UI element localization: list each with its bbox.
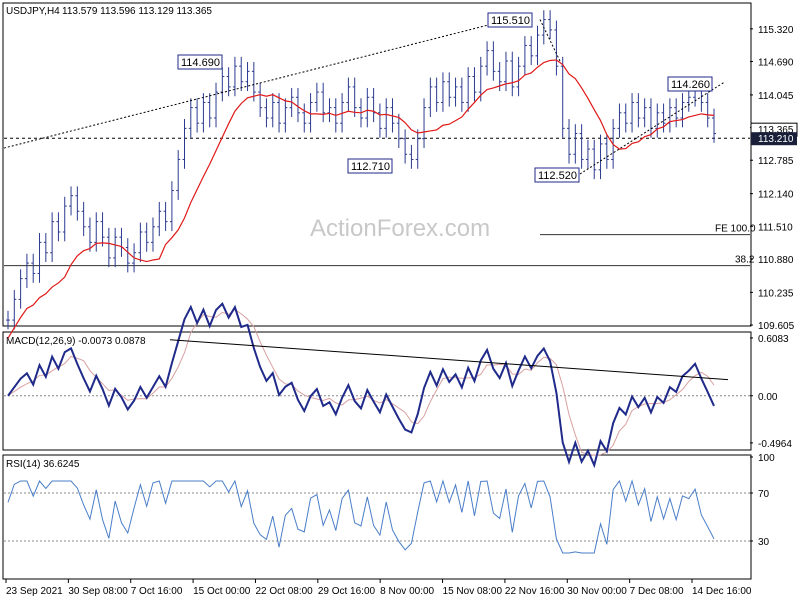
low-112520-text: 112.520 [538, 170, 577, 182]
x-tick-label: 8 Nov 00:00 [380, 586, 434, 597]
watermark: ActionForex.com [310, 215, 490, 242]
high-114260-text: 114.260 [671, 79, 710, 91]
x-tick-label: 23 Sep 2021 [6, 586, 63, 597]
x-tick-label: 7 Oct 16:00 [131, 586, 183, 597]
x-tick-label: 30 Sep 08:00 [68, 586, 128, 597]
high-114690-text: 114.690 [181, 57, 220, 69]
macd-tick-label: 0.00 [758, 392, 778, 403]
price-tick-label: 112.785 [758, 156, 794, 167]
price-tick-label: 114.690 [758, 58, 794, 69]
fib-38-label: 38.2 [735, 255, 755, 266]
ohlc-label: 113.579 113.596 113.129 113.365 [62, 6, 212, 17]
x-tick-label: 22 Oct 08:00 [255, 586, 313, 597]
macd-tick-label: -0.4964 [758, 439, 792, 450]
fe-100-label: FE 100.0 [715, 224, 756, 235]
price-tick-label: 115.320 [758, 25, 794, 36]
low-112710-text: 112.710 [351, 161, 390, 173]
symbol-label: USDJPY,H4 [6, 6, 60, 17]
macd-header: MACD(12,26,9) -0.0073 0.0878 [6, 336, 146, 347]
x-tick-label: 14 Dec 16:00 [692, 586, 752, 597]
rsi-tick-label: 70 [758, 489, 770, 500]
forex-chart: USDJPY,H4 113.579 113.596 113.129 113.36… [2, 2, 798, 597]
x-tick-label: 30 Nov 00:00 [567, 586, 627, 597]
x-tick-label: 15 Nov 08:00 [443, 586, 503, 597]
price-tick-label: 110.235 [758, 288, 794, 299]
price-tick-label: 110.880 [758, 255, 794, 266]
price-tick-label: 114.045 [758, 91, 794, 102]
rsi-header: RSI(14) 36.6245 [6, 459, 80, 470]
macd-tick-label: 0.6083 [758, 334, 789, 345]
level-price-label: 113.210 [758, 134, 794, 145]
x-tick-label: 22 Nov 16:00 [505, 586, 565, 597]
price-tick-label: 109.605 [758, 321, 795, 332]
rsi-tick-label: 100 [758, 453, 775, 464]
x-tick-label: 29 Oct 16:00 [318, 586, 376, 597]
price-tick-label: 111.510 [758, 222, 793, 233]
rsi-panel [2, 454, 752, 580]
high-115510-text: 115.510 [491, 15, 530, 27]
price-tick-label: 112.140 [758, 190, 794, 201]
x-tick-label: 15 Oct 00:00 [193, 586, 251, 597]
x-tick-label: 7 Dec 08:00 [630, 586, 684, 597]
rsi-tick-label: 30 [758, 537, 770, 548]
